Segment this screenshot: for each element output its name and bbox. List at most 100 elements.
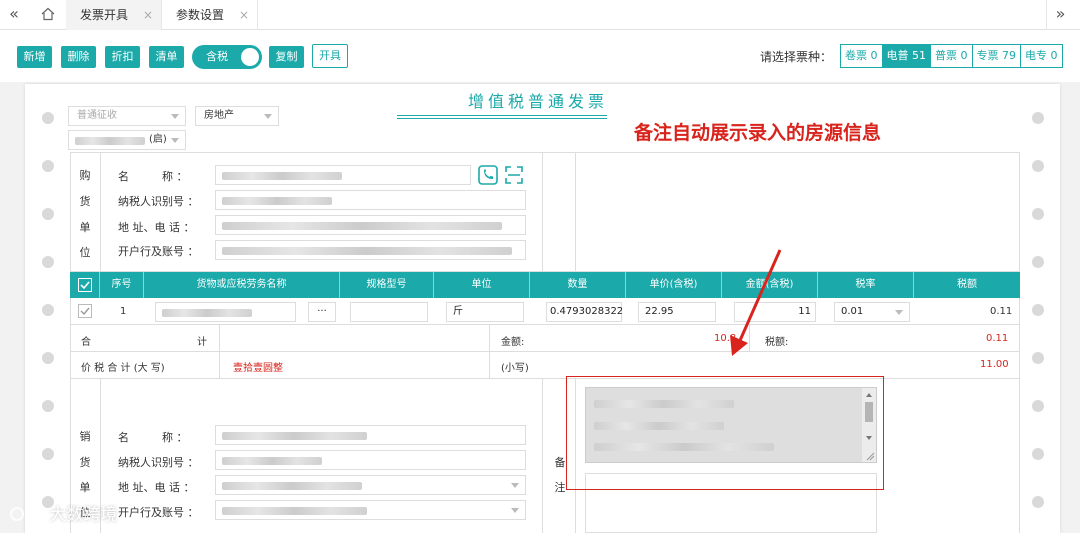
seller-side-label: 销 xyxy=(79,430,91,443)
redacted-text xyxy=(222,457,322,465)
ticket-type-normal[interactable]: 普票 0 xyxy=(931,45,973,67)
highlight-frame xyxy=(566,376,884,490)
buyer-address-input[interactable] xyxy=(215,215,526,235)
seller-bank-select[interactable] xyxy=(215,500,526,520)
punch-hole xyxy=(1032,400,1044,412)
tab-settings[interactable]: 参数设置 × xyxy=(162,0,258,30)
tab-invoice-issue[interactable]: 发票开具 × xyxy=(66,0,162,30)
amount-label: 金额: xyxy=(501,337,525,348)
punch-hole xyxy=(1032,112,1044,124)
buyer-name-label: 名 称 ： xyxy=(118,170,188,183)
unit-input[interactable]: 斤 xyxy=(446,302,524,322)
remark-side-label: 注 xyxy=(554,481,566,494)
invoice-title: 增值税普通发票 xyxy=(468,92,609,111)
toolbar: 新增 删除 折扣 清单 含税 复制 开具 请选择票种： 卷票 0 电普 51 普… xyxy=(0,30,1080,82)
scan-icon[interactable] xyxy=(504,165,524,185)
buyer-taxid-label: 纳税人识别号 ： xyxy=(118,195,199,208)
select-value: 普通征收 xyxy=(77,110,117,121)
phone-book-icon[interactable] xyxy=(478,165,498,185)
total-amount: 10.8 xyxy=(714,333,737,344)
col-tax-rate: 税率 xyxy=(818,272,914,298)
watermark: 大数跨境 xyxy=(8,500,117,525)
annotation-text: 备注自动展示录入的房源信息 xyxy=(634,122,882,144)
seller-name-input[interactable] xyxy=(215,425,526,445)
select-value: 房地产 xyxy=(204,110,234,121)
buyer-bank-input[interactable] xyxy=(215,240,526,260)
redacted-text xyxy=(162,309,252,317)
issue-button[interactable]: 开具 xyxy=(312,44,348,68)
list-button[interactable]: 清单 xyxy=(149,46,184,68)
spec-input[interactable] xyxy=(350,302,428,322)
col-spec: 规格型号 xyxy=(340,272,434,298)
select-all-checkbox[interactable] xyxy=(78,278,92,292)
category-select[interactable]: 房地产 xyxy=(195,106,279,126)
ticket-type-e-normal[interactable]: 电普 51 xyxy=(882,45,931,67)
buyer-side-label: 购 xyxy=(79,169,91,182)
tab-label: 发票开具 xyxy=(80,8,129,22)
levy-type-select[interactable]: 普通征收 xyxy=(68,106,186,126)
ticket-type-group: 卷票 0 电普 51 普票 0 专票 79 电专 0 xyxy=(840,44,1063,68)
close-icon[interactable]: × xyxy=(239,0,249,30)
close-icon[interactable]: × xyxy=(143,0,153,30)
tab-label: 参数设置 xyxy=(176,8,225,22)
buyer-address-label: 地 址、电 话 ： xyxy=(118,221,195,234)
seller-taxid-input[interactable] xyxy=(215,450,526,470)
copy-button[interactable]: 复制 xyxy=(269,46,304,68)
total-label: 计 xyxy=(197,337,207,348)
totals-row xyxy=(70,325,1020,352)
amount-input[interactable]: 11 xyxy=(734,302,816,322)
row-tax: 0.11 xyxy=(990,306,1013,317)
seller-address-select[interactable] xyxy=(215,475,526,495)
tax-rate-select[interactable]: 0.01 xyxy=(834,302,910,322)
chevron-down-icon xyxy=(264,114,272,119)
ticket-type-special[interactable]: 专票 79 xyxy=(972,45,1021,67)
title-underline xyxy=(397,118,607,119)
punch-hole xyxy=(42,448,54,460)
buyer-name-input[interactable] xyxy=(215,165,471,185)
goods-name-input[interactable] xyxy=(155,302,296,322)
chevron-down-icon xyxy=(511,483,519,488)
redacted-text xyxy=(222,222,502,230)
col-index: 序号 xyxy=(100,272,144,298)
redacted-text xyxy=(222,247,512,255)
col-amount: 金额(含税) xyxy=(722,272,818,298)
delete-button[interactable]: 删除 xyxy=(61,46,96,68)
company-select[interactable]: (启) xyxy=(68,130,186,150)
chevron-down-icon xyxy=(171,138,179,143)
col-quantity: 数量 xyxy=(530,272,626,298)
row-index: 1 xyxy=(120,306,127,317)
redacted-text xyxy=(222,507,367,515)
row-checkbox[interactable] xyxy=(78,304,92,318)
punch-hole xyxy=(1032,496,1044,508)
discount-button[interactable]: 折扣 xyxy=(105,46,140,68)
chevron-down-icon xyxy=(171,114,179,119)
remark-side-label: 备 xyxy=(554,456,566,469)
punch-hole xyxy=(1032,304,1044,316)
punch-hole xyxy=(1032,256,1044,268)
total-label: 合 xyxy=(81,337,91,348)
scroll-left-icon[interactable]: « xyxy=(0,0,28,30)
buyer-taxid-input[interactable] xyxy=(215,190,526,210)
divider xyxy=(575,152,576,272)
buyer-section xyxy=(70,152,1020,272)
redacted-text xyxy=(222,197,332,205)
quantity-input[interactable]: 0.4793028322 xyxy=(546,302,623,322)
ticket-type-e-special[interactable]: 电专 0 xyxy=(1021,45,1062,67)
ticket-type-roll[interactable]: 卷票 0 xyxy=(841,45,883,67)
col-unit-price: 单价(含税) xyxy=(626,272,722,298)
capital-label: 价 税 合 计 (大 写) xyxy=(81,363,165,374)
invoice-paper: 普通征收 房地产 (启) 增值税普通发票 购 货 单 位 名 称 ： 纳税人识别… xyxy=(25,84,1060,533)
punch-hole xyxy=(1032,352,1044,364)
unit-price-input[interactable]: 22.95 xyxy=(638,302,716,322)
tax-inclusive-toggle[interactable]: 含税 xyxy=(192,45,262,69)
punch-hole xyxy=(42,208,54,220)
price-tax-total-row xyxy=(70,352,1020,379)
home-icon[interactable] xyxy=(34,0,62,30)
add-button[interactable]: 新增 xyxy=(17,46,52,68)
capital-amount: 壹拾壹圆整 xyxy=(233,363,283,374)
select-value: (启) xyxy=(149,134,167,145)
redacted-text xyxy=(222,482,362,490)
goods-picker-button[interactable]: ··· xyxy=(308,302,336,322)
seller-address-label: 地 址、电 话 ： xyxy=(118,481,195,494)
scroll-right-icon[interactable]: » xyxy=(1046,0,1074,30)
